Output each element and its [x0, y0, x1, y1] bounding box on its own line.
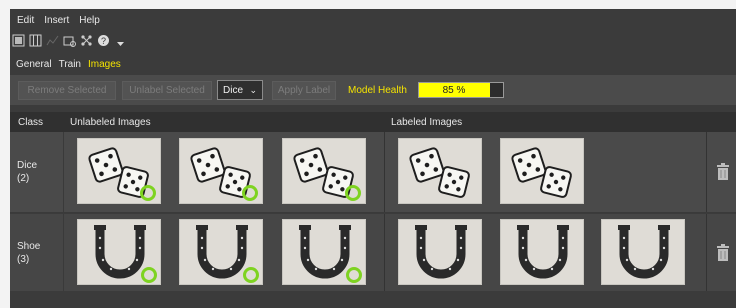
labeled-horseshoe-image[interactable]: [601, 219, 685, 285]
labeled-horseshoe-image[interactable]: [398, 219, 482, 285]
column-divider: [384, 132, 385, 212]
snapshot-icon[interactable]: [63, 34, 76, 47]
class-cell: Dice (2): [10, 132, 64, 212]
class-count: (3): [17, 254, 30, 265]
menu-insert[interactable]: Insert: [44, 15, 69, 26]
tab-bar: General Train Images: [16, 59, 121, 70]
menu-edit[interactable]: Edit: [17, 15, 34, 26]
table-header: Class Unlabeled Images Labeled Images: [10, 112, 736, 133]
bottom-panel: [10, 291, 736, 308]
trash-icon[interactable]: [715, 244, 731, 262]
class-column-header: Class: [18, 117, 44, 128]
chevron-down-icon: ⌄: [249, 85, 257, 95]
network-icon[interactable]: [80, 34, 93, 47]
model-health-value: 85 %: [442, 85, 466, 96]
labeled-dice-image[interactable]: [500, 138, 584, 204]
toolbar: ?: [12, 34, 127, 47]
grid-icon[interactable]: [12, 34, 25, 47]
tab-train[interactable]: Train: [59, 59, 81, 70]
labeled-dice-image[interactable]: [398, 138, 482, 204]
class-cell: Shoe (3): [10, 214, 64, 291]
svg-text:?: ?: [101, 36, 106, 46]
unlabeled-dice-image[interactable]: [179, 138, 263, 204]
unlabel-selected-button[interactable]: Unlabel Selected: [122, 81, 212, 100]
app-window: Edit Insert Help ? General Train Images …: [10, 9, 736, 308]
unlabeled-horseshoe-image[interactable]: [282, 219, 366, 285]
class-name: Shoe: [17, 241, 41, 252]
column-divider: [706, 132, 707, 212]
table-row: Dice (2): [10, 132, 736, 213]
trash-icon[interactable]: [715, 163, 731, 181]
help-icon[interactable]: ?: [97, 34, 110, 47]
apply-label-button[interactable]: Apply Label: [272, 81, 336, 100]
tab-images[interactable]: Images: [88, 59, 121, 70]
unlabeled-column-header: Unlabeled Images: [70, 117, 151, 128]
action-bar: Remove Selected Unlabel Selected Dice ⌄ …: [10, 75, 736, 105]
chart-icon[interactable]: [46, 34, 59, 47]
class-select-value: Dice: [223, 84, 244, 96]
remove-selected-button[interactable]: Remove Selected: [18, 81, 116, 100]
labeled-column-header: Labeled Images: [391, 117, 463, 128]
model-health-label: Model Health: [348, 85, 407, 96]
unlabeled-dice-image[interactable]: [77, 138, 161, 204]
menu-bar: Edit Insert Help: [17, 15, 100, 26]
class-name: Dice: [17, 160, 38, 171]
unlabeled-dice-image[interactable]: [282, 138, 366, 204]
unlabeled-horseshoe-image[interactable]: [179, 219, 263, 285]
unlabeled-horseshoe-image[interactable]: [77, 219, 161, 285]
columns-icon[interactable]: [29, 34, 42, 47]
labeled-horseshoe-image[interactable]: [500, 219, 584, 285]
model-health-bar: 85 %: [418, 82, 504, 98]
dropdown-icon[interactable]: [114, 34, 127, 47]
tab-general[interactable]: General: [16, 59, 52, 70]
class-count: (2): [17, 173, 30, 184]
column-divider: [706, 214, 707, 291]
class-select[interactable]: Dice ⌄: [217, 80, 263, 100]
column-divider: [384, 214, 385, 291]
table-row: Shoe (3): [10, 214, 736, 292]
menu-help[interactable]: Help: [79, 15, 100, 26]
